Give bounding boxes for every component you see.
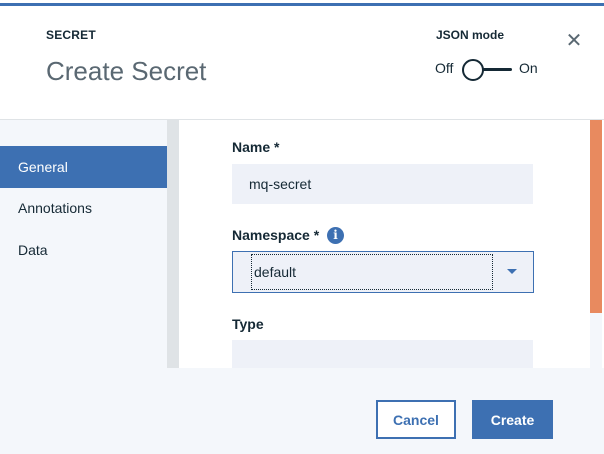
cancel-button[interactable]: Cancel: [376, 400, 456, 439]
nav-item-data[interactable]: Data: [0, 229, 167, 271]
toggle-knob: [462, 59, 484, 81]
modal-title: Create Secret: [46, 56, 207, 86]
namespace-selected-value: default: [251, 254, 493, 290]
nav-item-general[interactable]: General: [0, 146, 167, 188]
chevron-down-icon: [507, 269, 517, 274]
close-icon[interactable]: ✕: [563, 30, 585, 52]
scrollbar-thumb[interactable]: [590, 120, 602, 313]
json-mode-label: JSON mode: [436, 28, 505, 42]
modal-body: General Annotations Data Name * mq-secre…: [0, 120, 604, 368]
side-nav: General Annotations Data: [0, 120, 167, 368]
toggle-on-label: On: [519, 60, 538, 76]
name-label: Name *: [232, 139, 280, 155]
type-label: Type: [232, 316, 264, 332]
toggle-track: [480, 68, 512, 71]
name-input[interactable]: mq-secret: [232, 164, 533, 204]
create-button[interactable]: Create: [472, 400, 553, 439]
info-icon[interactable]: i: [327, 227, 344, 244]
toggle-off-label: Off: [435, 60, 454, 76]
nav-item-annotations[interactable]: Annotations: [0, 187, 167, 229]
modal-footer: Cancel Create: [0, 368, 604, 454]
namespace-select[interactable]: default: [232, 251, 534, 293]
nav-separator: [167, 120, 179, 368]
type-select[interactable]: [232, 340, 533, 368]
namespace-label: Namespace *: [232, 227, 320, 243]
json-mode-toggle[interactable]: [462, 59, 514, 81]
modal-header: SECRET Create Secret JSON mode Off On ✕: [0, 6, 604, 120]
modal-eyebrow: SECRET: [46, 28, 96, 42]
scrollbar-track[interactable]: [590, 313, 602, 368]
